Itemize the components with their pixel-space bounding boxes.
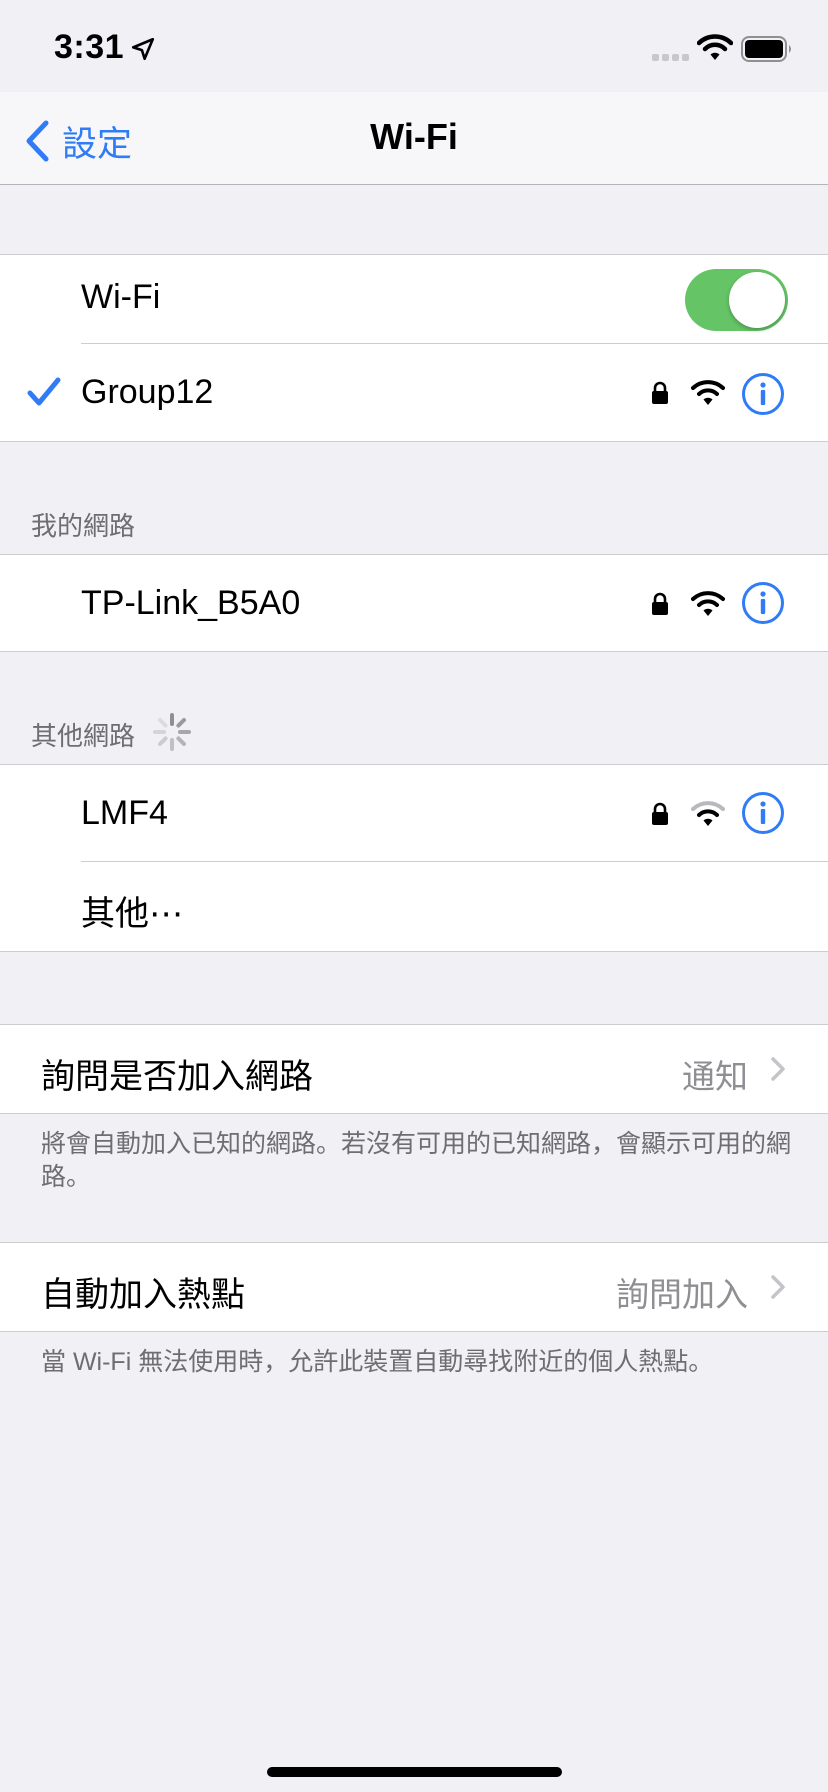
ask-to-join-footer: 將會自動加入已知的網路。若沒有可用的已知網路，會顯示可用的網路。 bbox=[41, 1130, 792, 1191]
wifi-signal-icon bbox=[691, 380, 725, 405]
network-row[interactable]: TP-Link_B5A0 bbox=[0, 555, 828, 651]
my-networks-group: TP-Link_B5A0 bbox=[0, 554, 828, 652]
info-button[interactable] bbox=[741, 372, 785, 416]
loading-spinner-icon bbox=[153, 713, 191, 751]
location-arrow-icon bbox=[131, 37, 155, 61]
wifi-group: Wi-Fi Group12 bbox=[0, 254, 828, 442]
wifi-toggle[interactable] bbox=[685, 269, 788, 331]
other-network-row[interactable]: 其他⋯ bbox=[0, 862, 828, 950]
home-indicator[interactable] bbox=[267, 1767, 562, 1777]
connected-network-row[interactable]: Group12 bbox=[0, 344, 828, 440]
wifi-icon bbox=[697, 34, 733, 60]
info-button[interactable] bbox=[741, 581, 785, 625]
ask-to-join-value: 通知 bbox=[682, 1058, 748, 1095]
lock-icon bbox=[652, 381, 668, 404]
lock-icon bbox=[652, 592, 668, 615]
auto-hotspot-value: 詢問加入 bbox=[616, 1276, 748, 1313]
cellular-signal-icon bbox=[652, 54, 689, 61]
auto-hotspot-group: 自動加入熱點 詢問加入 bbox=[0, 1242, 828, 1332]
info-button[interactable] bbox=[741, 791, 785, 835]
auto-hotspot-footer: 當 Wi-Fi 無法使用時，允許此裝置自動尋找附近的個人熱點。 bbox=[41, 1348, 714, 1376]
wifi-toggle-label: Wi-Fi bbox=[81, 278, 161, 316]
battery-icon bbox=[741, 36, 791, 62]
network-name: Group12 bbox=[81, 373, 214, 411]
wifi-signal-icon bbox=[691, 801, 725, 826]
checkmark-icon bbox=[27, 377, 61, 406]
lock-icon bbox=[652, 802, 668, 825]
status-time: 3:31 bbox=[54, 28, 125, 66]
ask-to-join-row[interactable]: 詢問是否加入網路 通知 bbox=[0, 1025, 828, 1113]
other-network-label: 其他⋯ bbox=[81, 895, 183, 933]
other-networks-group: LMF4 其他⋯ bbox=[0, 764, 828, 952]
auto-hotspot-label: 自動加入熱點 bbox=[41, 1276, 245, 1314]
ask-to-join-label: 詢問是否加入網路 bbox=[41, 1058, 313, 1096]
ask-to-join-group: 詢問是否加入網路 通知 bbox=[0, 1024, 828, 1114]
wifi-toggle-row: Wi-Fi bbox=[0, 255, 828, 343]
network-row[interactable]: LMF4 bbox=[0, 765, 828, 861]
auto-hotspot-row[interactable]: 自動加入熱點 詢問加入 bbox=[0, 1243, 828, 1331]
network-name: LMF4 bbox=[81, 794, 168, 832]
page-title: Wi-Fi bbox=[370, 116, 458, 157]
my-networks-header: 我的網路 bbox=[31, 511, 136, 541]
other-networks-header: 其他網路 bbox=[31, 721, 136, 751]
chevron-right-icon bbox=[771, 1275, 785, 1299]
chevron-right-icon bbox=[771, 1057, 785, 1081]
wifi-signal-icon bbox=[691, 591, 725, 616]
network-name: TP-Link_B5A0 bbox=[81, 584, 301, 622]
toggle-knob bbox=[729, 272, 785, 328]
